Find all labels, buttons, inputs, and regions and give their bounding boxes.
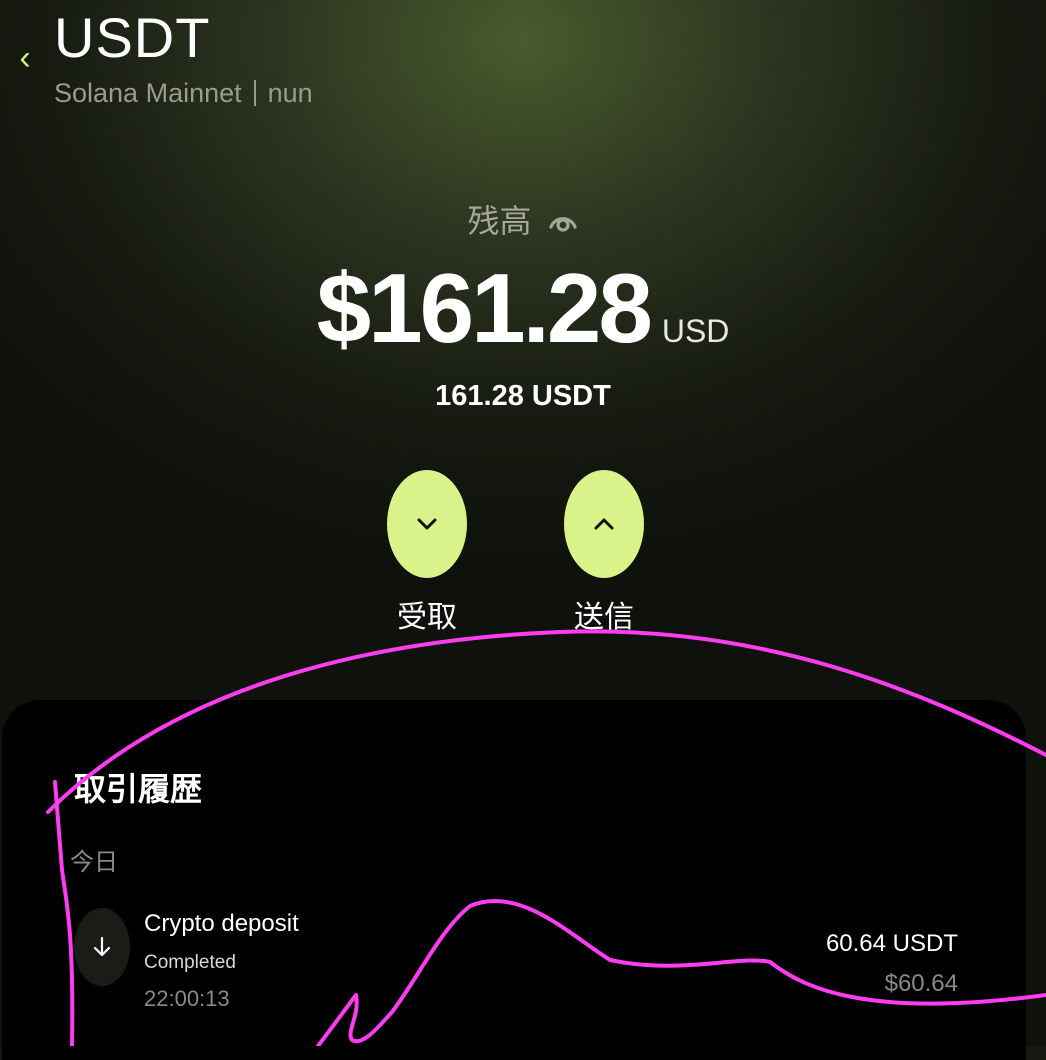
send-button[interactable] [564,470,644,578]
separator [253,80,256,106]
balance-label: 残高 [467,203,532,239]
balance-amount: $161.28 [316,253,653,363]
balance-amount-row: $161.28 USD [0,252,1046,365]
network-subtitle: Solana Mainnet nun [54,76,313,110]
token-amount: 161.28 USDT [435,380,611,412]
balance-label-row: 残高 [0,196,1046,242]
receive-label: 受取 [397,601,457,634]
transaction-icon[interactable] [74,908,130,986]
transaction-status: Completed [144,952,236,973]
transaction-amount: 60.64 USDT [825,930,958,957]
balance-currency: USD [661,313,730,349]
back-button[interactable]: ‹ [12,40,38,76]
send-label: 送信 [574,601,634,634]
eye-icon[interactable] [548,205,578,242]
transaction-usd-value: $60.64 [884,970,958,997]
network-name: Solana Mainnet [54,78,242,108]
transaction-name[interactable]: Crypto deposit [144,910,299,938]
chevron-left-icon: ‹ [19,39,31,77]
receive-action[interactable]: 受取 [387,470,467,636]
receive-button[interactable] [387,470,467,578]
page-title: USDT [54,6,211,69]
chevron-down-icon [417,518,437,530]
transaction-time: 22:00:13 [144,986,230,1011]
arrow-down-icon [93,936,111,957]
day-header: 今日 [70,849,118,876]
history-title: 取引履歴 [74,771,203,807]
send-action[interactable]: 送信 [564,470,644,636]
chevron-up-icon [594,518,614,530]
account-name: nun [267,78,313,108]
